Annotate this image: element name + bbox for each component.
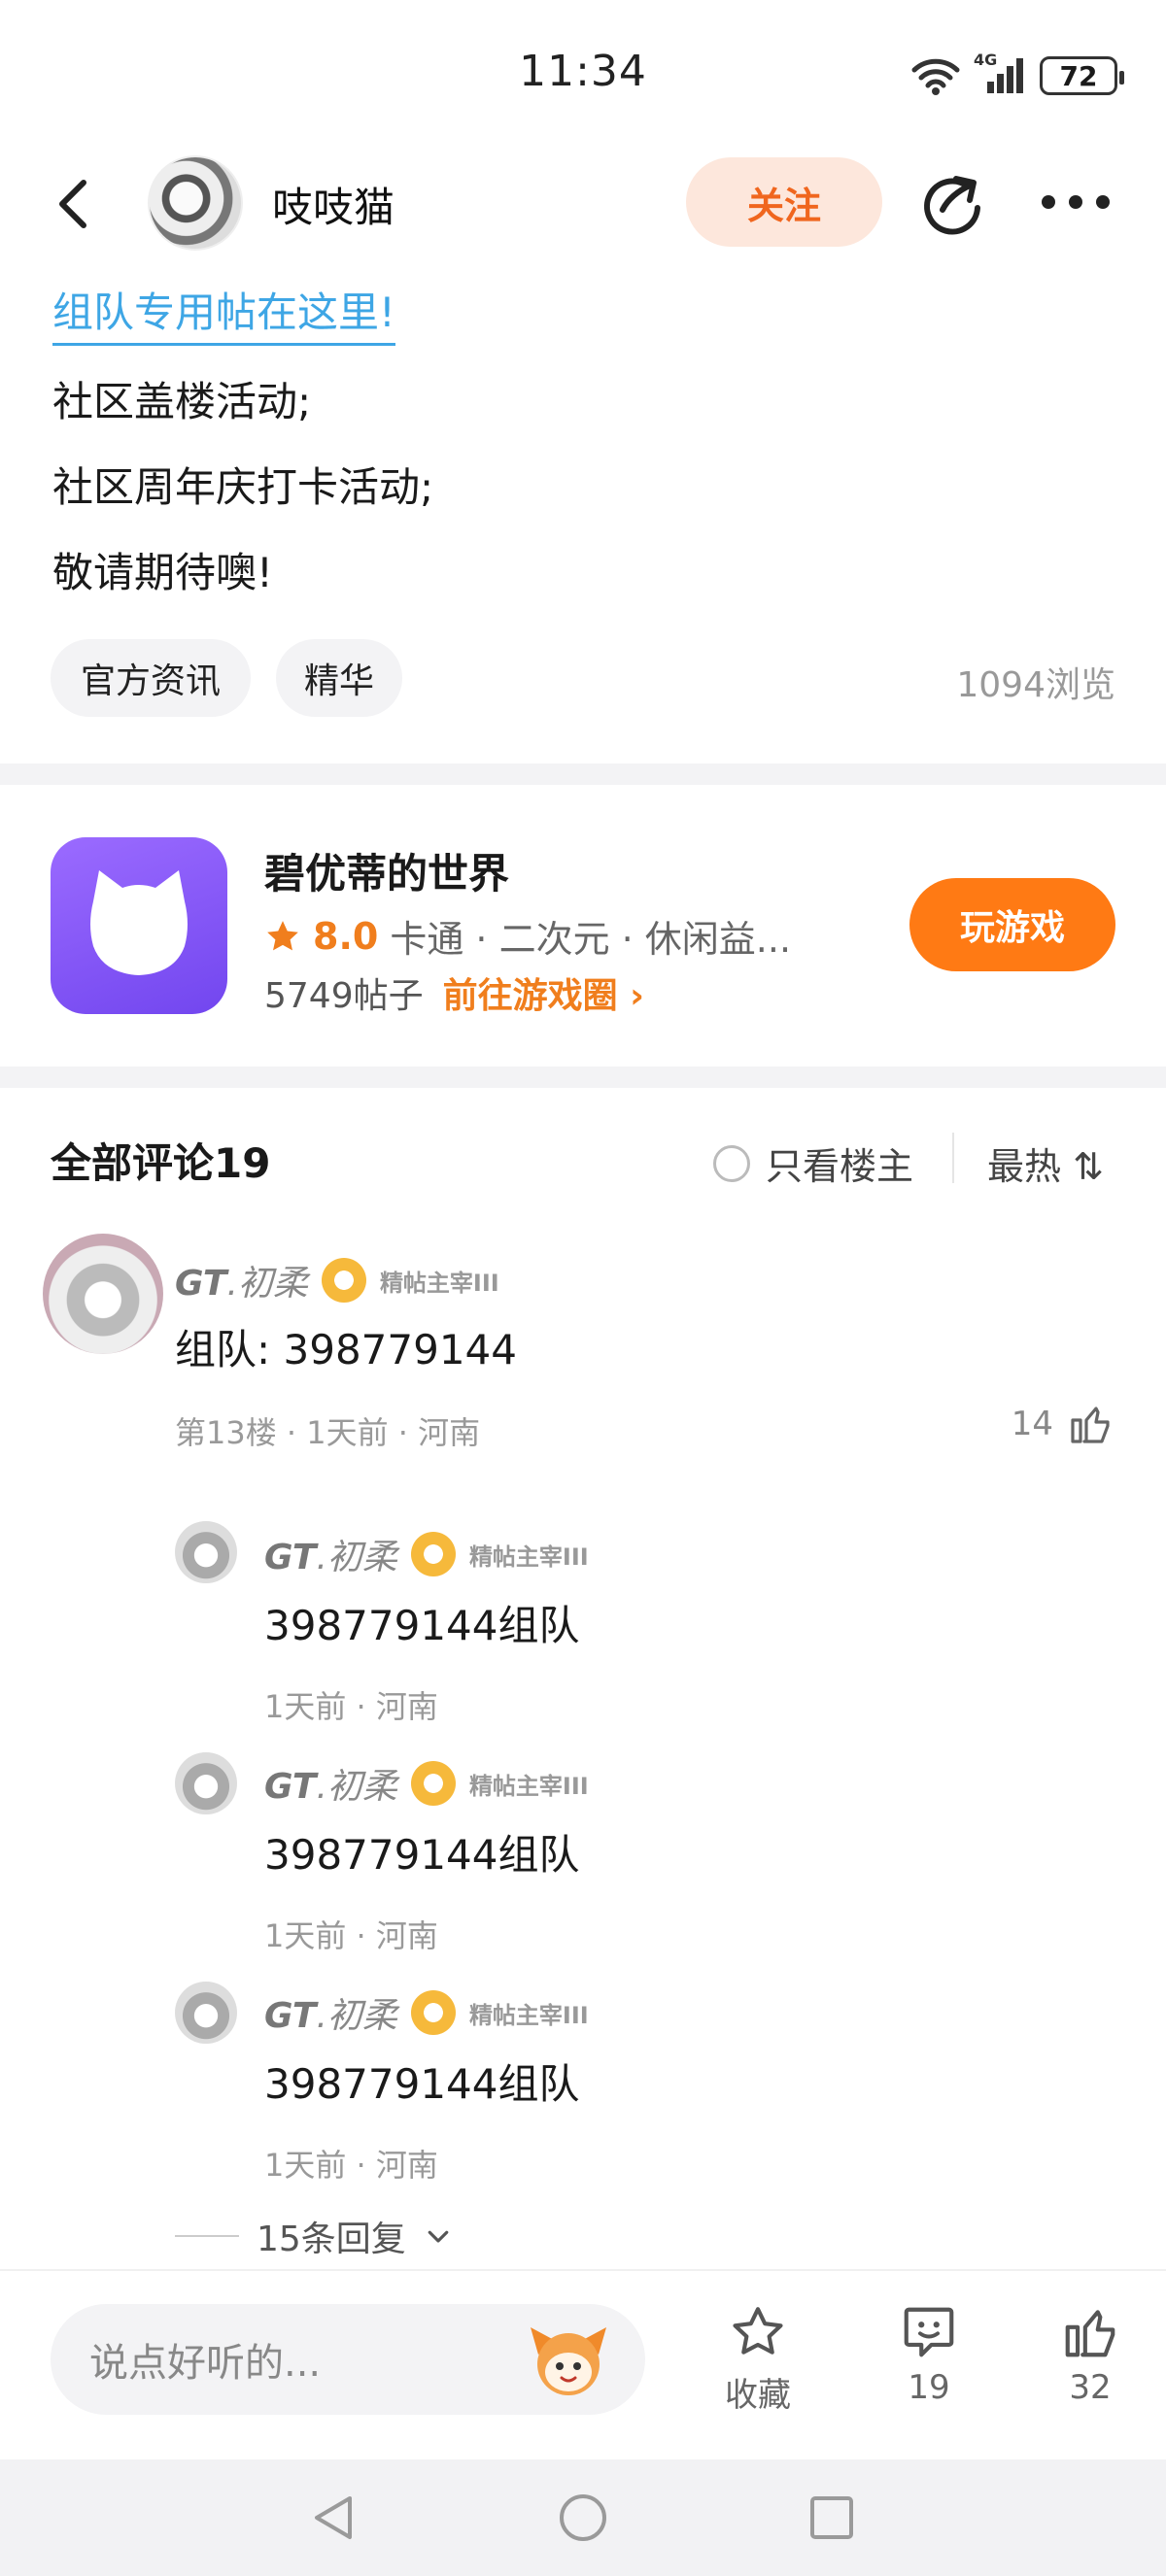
- divider: [0, 763, 1166, 785]
- game-post-count: 5749帖子: [264, 976, 424, 1016]
- star-outline-icon[interactable]: [728, 2302, 788, 2362]
- goto-game-circle-link[interactable]: 前往游戏圈 ›: [443, 967, 644, 1018]
- badge-label: 精帖主宰III: [468, 2001, 589, 2029]
- view-count: 1094浏览: [956, 665, 1115, 705]
- badge-label: 精帖主宰III: [379, 1269, 499, 1297]
- author-name[interactable]: 吱吱猫: [272, 175, 394, 234]
- reply-user-info: GT.初柔 精帖主宰III: [264, 1987, 589, 2038]
- reply-user-info: GT.初柔 精帖主宰III: [264, 1529, 589, 1579]
- comment-meta: 第13楼 · 1天前 · 河南: [175, 1414, 481, 1451]
- game-meta: 8.0 卡通 · 二次元 · 休闲益...: [264, 909, 791, 963]
- sort-dropdown[interactable]: 最热 ⇅: [987, 1136, 1104, 1190]
- commenter-avatar[interactable]: [43, 1234, 163, 1354]
- reply-text: 398779144组队: [264, 2060, 580, 2108]
- comment-like-button[interactable]: 14: [1012, 1401, 1114, 1447]
- reply-meta: 1天前 · 河南: [264, 2147, 438, 2184]
- game-icon[interactable]: [51, 837, 227, 1014]
- battery-level: 72: [1059, 59, 1098, 92]
- game-rating: 8.0: [313, 914, 379, 958]
- network-type: 4G: [974, 51, 998, 69]
- post-line: 敬请期待噢!: [52, 549, 273, 596]
- follow-button[interactable]: 关注: [686, 157, 882, 247]
- reply-avatar[interactable]: [175, 1521, 237, 1583]
- badge-icon: [410, 1990, 456, 2035]
- thumb-up-icon[interactable]: [1067, 1401, 1114, 1447]
- more-replies-label: 15条回复: [257, 2220, 406, 2259]
- commenter-info: GT.初柔 精帖主宰III: [175, 1255, 499, 1305]
- comment-bubble-icon[interactable]: [899, 2302, 959, 2362]
- badge-label: 精帖主宰III: [468, 1542, 589, 1571]
- expand-replies-button[interactable]: 15条回复: [175, 2211, 453, 2261]
- badge-label: 精帖主宰III: [468, 1772, 589, 1800]
- comment-text: 组队: 398779144: [175, 1326, 517, 1373]
- nav-back-icon[interactable]: [307, 2491, 361, 2545]
- divider: [175, 2235, 239, 2237]
- comment-count-button[interactable]: 19: [871, 2302, 987, 2407]
- badge-icon: [410, 1532, 456, 1576]
- radio-icon[interactable]: [713, 1144, 750, 1182]
- tag-featured[interactable]: 精华: [276, 639, 402, 717]
- status-icons: 4G 72: [911, 51, 1124, 95]
- badge-icon: [321, 1258, 366, 1303]
- nav-recents-icon[interactable]: [805, 2491, 859, 2545]
- mascot-emoji-icon[interactable]: [525, 2322, 612, 2397]
- only-op-label: 只看楼主: [766, 1145, 914, 1188]
- favorite-button[interactable]: 收藏: [700, 2302, 816, 2416]
- tag-official-news[interactable]: 官方资讯: [51, 639, 251, 717]
- reply-avatar[interactable]: [175, 1752, 237, 1814]
- game-tags: 卡通 · 二次元 · 休闲益...: [390, 918, 792, 961]
- favorite-label: 收藏: [725, 2376, 791, 2415]
- reply-text: 398779144组队: [264, 1602, 580, 1649]
- play-game-button[interactable]: 玩游戏: [909, 878, 1115, 971]
- like-count: 32: [1069, 2368, 1112, 2407]
- more-options-icon[interactable]: [1042, 190, 1110, 214]
- reply-user-name[interactable]: GT.初柔: [264, 1529, 397, 1579]
- reply-user-name[interactable]: GT.初柔: [264, 1987, 397, 2038]
- commenter-name[interactable]: GT.初柔: [175, 1255, 308, 1305]
- game-posts-row: 5749帖子 前往游戏圈 ›: [264, 967, 644, 1018]
- badge-icon: [410, 1761, 456, 1806]
- post-line: 社区周年庆打卡活动;: [52, 463, 434, 511]
- battery-indicator: 72: [1040, 56, 1124, 95]
- nav-home-icon[interactable]: [556, 2491, 610, 2545]
- reply-meta: 1天前 · 河南: [264, 1917, 438, 1954]
- game-title[interactable]: 碧优蒂的世界: [264, 841, 509, 900]
- only-op-toggle[interactable]: 只看楼主: [713, 1136, 913, 1190]
- like-count: 14: [1011, 1405, 1053, 1443]
- author-avatar[interactable]: [148, 155, 243, 251]
- reply-user-name[interactable]: GT.初柔: [264, 1758, 397, 1809]
- chevron-down-icon: [428, 2230, 449, 2243]
- reply-meta: 1天前 · 河南: [264, 1688, 438, 1725]
- divider: [952, 1133, 954, 1183]
- share-icon[interactable]: [917, 167, 987, 237]
- comment-count: 19: [908, 2368, 950, 2407]
- back-arrow-icon[interactable]: [49, 175, 97, 233]
- cell-signal-icon: 4G: [974, 51, 1026, 95]
- like-post-button[interactable]: 32: [1032, 2302, 1149, 2407]
- team-post-link[interactable]: 组队专用帖在这里!: [52, 280, 395, 346]
- comments-header: 全部评论19: [51, 1139, 271, 1187]
- post-line: 社区盖楼活动;: [52, 378, 312, 425]
- reply-avatar[interactable]: [175, 1982, 237, 2044]
- thumb-up-icon[interactable]: [1060, 2302, 1120, 2362]
- divider: [0, 1067, 1166, 1088]
- wifi-icon: [911, 58, 960, 95]
- star-icon: [267, 920, 298, 950]
- reply-user-info: GT.初柔 精帖主宰III: [264, 1758, 589, 1809]
- cat-face-icon: [90, 870, 188, 975]
- reply-text: 398779144组队: [264, 1831, 580, 1879]
